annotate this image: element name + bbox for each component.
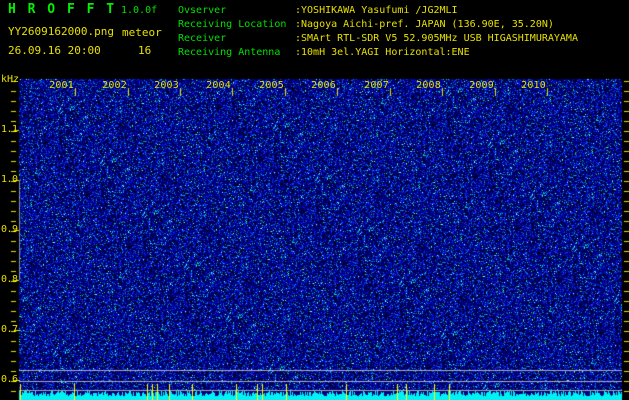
receiver-label: Receiver (178, 32, 227, 44)
freq-tick-label: 0.7 (1, 324, 18, 335)
freq-tick-label: 0.8 (1, 274, 18, 285)
observer-row: Ovserver :YOSHIKAWA Yasufumi /JG2MLI (178, 3, 578, 17)
observer-info-block: Ovserver :YOSHIKAWA Yasufumi /JG2MLI Rec… (178, 3, 578, 59)
time-tick-label: 2005 (259, 80, 284, 91)
spectrogram-canvas (0, 0, 629, 400)
antenna-value: :10mH 3el.YAGI Horizontal:ENE (295, 46, 470, 58)
location-row: Receiving Location :Nagoya Aichi-pref. J… (178, 17, 578, 31)
mode-label: meteor (122, 26, 162, 39)
time-tick-label: 2006 (311, 80, 336, 91)
hrofft-window: H R O F F T 1.0.0f YY2609162000.png mete… (0, 0, 629, 400)
location-value: :Nagoya Aichi-pref. JAPAN (136.90E, 35.2… (295, 18, 554, 30)
time-tick-label: 2002 (102, 80, 127, 91)
antenna-row: Receiving Antenna :10mH 3el.YAGI Horizon… (178, 45, 578, 59)
observer-value: :YOSHIKAWA Yasufumi /JG2MLI (295, 4, 458, 16)
echo-count: 16 (138, 44, 152, 57)
time-tick-label: 2010 (521, 80, 546, 91)
time-tick-label: 2001 (49, 80, 74, 91)
time-tick-label: 2004 (206, 80, 231, 91)
freq-axis-unit: kHz (1, 74, 20, 85)
location-label: Receiving Location (178, 18, 287, 30)
time-tick-label: 2007 (364, 80, 389, 91)
time-tick-label: 2003 (154, 80, 179, 91)
receiver-value: :SMArt RTL-SDR V5 52.905MHz USB HIGASHIM… (295, 32, 578, 44)
datetime-label: 26.09.16 20:00 (8, 44, 101, 57)
app-version: 1.0.0f (121, 5, 158, 16)
app-title: H R O F F T (8, 2, 117, 17)
freq-tick-label: 1.0 (1, 174, 18, 185)
freq-tick-label: 1.1 (1, 124, 18, 135)
antenna-label: Receiving Antenna (178, 46, 281, 58)
time-tick-label: 2009 (469, 80, 494, 91)
time-tick-label: 2008 (416, 80, 441, 91)
freq-tick-label: 0.6 (1, 374, 18, 385)
output-filename: YY2609162000.png (8, 25, 114, 38)
observer-label: Ovserver (178, 4, 227, 16)
receiver-row: Receiver :SMArt RTL-SDR V5 52.905MHz USB… (178, 31, 578, 45)
freq-tick-label: 0.9 (1, 224, 18, 235)
